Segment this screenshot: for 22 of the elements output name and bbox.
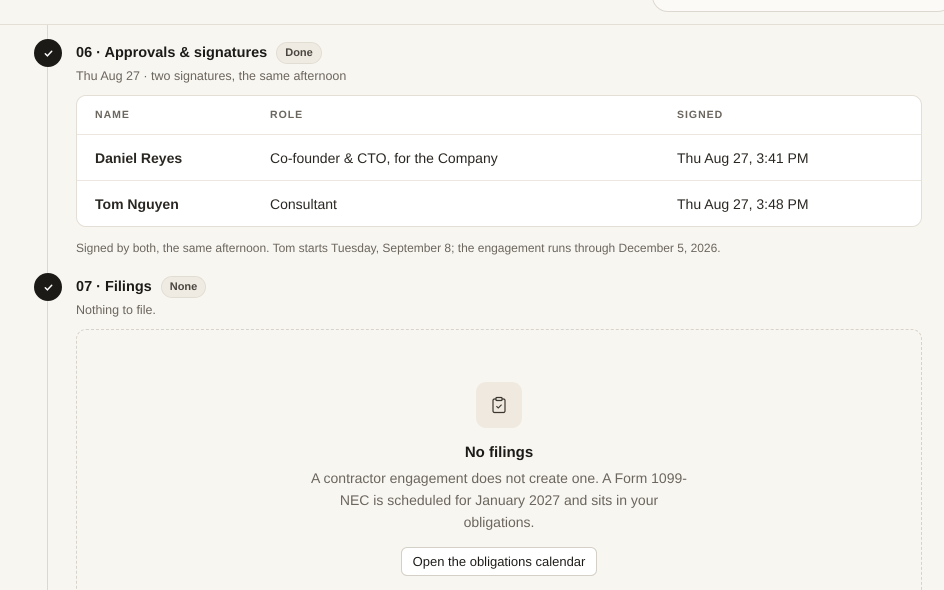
status-badge: Done [276, 42, 322, 64]
empty-heading: No filings [464, 444, 534, 461]
step-note: Signed by both, the same afternoon. Tom starts Tuesday, September 8; the engagement runs through December 5, 2026. [76, 241, 722, 255]
table-cell-text: Thu Aug 27, 3:48 PM [677, 196, 810, 212]
table-cell-text: Consultant [270, 196, 338, 212]
step-subtitle: Nothing to file. [76, 303, 157, 317]
table-cell-text: Tom Nguyen [95, 196, 180, 212]
table-cell-text: Daniel Reyes [95, 150, 184, 166]
table-cell-text: Thu Aug 27, 3:41 PM [677, 150, 810, 166]
status-badge: None [160, 276, 206, 298]
check-icon [42, 282, 54, 292]
column-header: ROLE [270, 109, 304, 121]
table-cell-text: Co-founder & CTO, for the Company [270, 150, 499, 166]
check-icon [42, 48, 54, 58]
step-subtitle: Thu Aug 27 · two signatures, the same afternoon [76, 69, 348, 83]
step-title: 06 · Approvals & signatures [76, 45, 268, 61]
column-header: SIGNED [677, 109, 724, 121]
clipboard-check-icon [490, 396, 508, 414]
open-calendar-button[interactable]: Open the obligations calendar [400, 547, 598, 576]
step-title: 07 · Filings [76, 279, 152, 295]
column-header: NAME [95, 109, 131, 121]
empty-description: A contractor engagement does not create one. A Form 1099-NEC is scheduled for January 2027 and sits in your obligations. [310, 469, 688, 532]
